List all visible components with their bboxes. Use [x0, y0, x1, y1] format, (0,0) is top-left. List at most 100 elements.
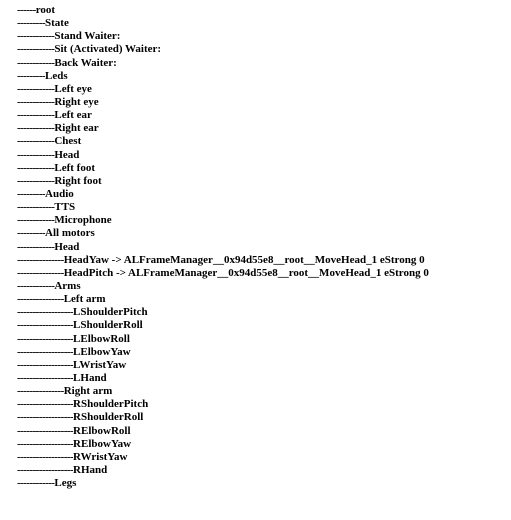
tree-line[interactable]: ------------------LShoulderRoll: [17, 319, 507, 332]
tree-node-label: Right foot: [54, 174, 102, 187]
tree-indent-dashes: ---------------: [17, 266, 64, 279]
tree-line[interactable]: ------------------LShoulderPitch: [17, 306, 507, 319]
tree-indent-dashes: ------------------: [17, 424, 74, 437]
tree-line[interactable]: ---------------Left arm: [17, 293, 507, 306]
tree-node-label: HeadYaw -> ALFrameManager__0x94d55e8__ro…: [63, 253, 425, 266]
tree-line[interactable]: ---------State: [17, 17, 507, 30]
tree-node-label: RWristYaw: [73, 450, 128, 463]
tree-indent-dashes: ------------: [17, 477, 55, 490]
tree-indent-dashes: ------------------: [17, 450, 74, 463]
tree-indent-dashes: ------------: [17, 82, 55, 95]
tree-node-label: LElbowRoll: [73, 332, 130, 345]
tree-node-label: Left foot: [54, 161, 95, 174]
tree-line[interactable]: ------root: [17, 4, 507, 17]
tree-line[interactable]: ---------------HeadPitch -> ALFrameManag…: [17, 267, 507, 280]
tree-node-label: Microphone: [54, 214, 112, 227]
tree-indent-dashes: ------------: [17, 56, 55, 69]
tree-node-label: Head: [54, 148, 80, 161]
tree-indent-dashes: ------------: [17, 109, 55, 122]
tree-line[interactable]: ------------Right ear: [17, 122, 507, 135]
tree-line[interactable]: ---------Leds: [17, 70, 507, 83]
tree-line[interactable]: ------------------LHand: [17, 372, 507, 385]
tree-line[interactable]: ------------Head: [17, 149, 507, 162]
tree-node-label: State: [45, 17, 69, 30]
tree-line[interactable]: ------------Sit (Activated) Waiter:: [17, 43, 507, 56]
tree-indent-dashes: ------------: [17, 43, 55, 56]
tree-indent-dashes: ---------: [17, 69, 46, 82]
tree-node-label: All motors: [45, 227, 95, 240]
tree-indent-dashes: ---------------: [17, 293, 64, 306]
tree-line[interactable]: ---------Audio: [17, 188, 507, 201]
tree-indent-dashes: ---------: [17, 227, 46, 240]
tree-node-label: Right ear: [54, 122, 99, 135]
tree-line[interactable]: ------------Head: [17, 241, 507, 254]
tree-line[interactable]: ------------------RShoulderRoll: [17, 411, 507, 424]
tree-line[interactable]: ------------Left eye: [17, 83, 507, 96]
tree-line[interactable]: ------------Stand Waiter:: [17, 30, 507, 43]
tree-node-label: Leds: [45, 69, 68, 82]
tree-line[interactable]: ------------------LElbowRoll: [17, 333, 507, 346]
tree-line[interactable]: ------------------RHand: [17, 464, 507, 477]
tree-line[interactable]: ------------Right foot: [17, 175, 507, 188]
tree-line[interactable]: ------------------RElbowYaw: [17, 438, 507, 451]
module-tree-output: ------root ---------State ------------Stan…: [17, 4, 507, 490]
tree-node-label: LShoulderRoll: [73, 319, 143, 332]
tree-line[interactable]: ------------Left ear: [17, 109, 507, 122]
tree-indent-dashes: ---------: [17, 17, 46, 30]
tree-indent-dashes: ------------: [17, 174, 55, 187]
tree-node-label: Arms: [54, 279, 81, 292]
tree-indent-dashes: ------------: [17, 214, 55, 227]
tree-line[interactable]: ------------------LElbowYaw: [17, 346, 507, 359]
tree-indent-dashes: ------------: [17, 279, 55, 292]
tree-indent-dashes: ------------: [17, 135, 55, 148]
tree-indent-dashes: ------------: [17, 240, 55, 253]
tree-indent-dashes: ------------------: [17, 398, 74, 411]
tree-line[interactable]: ------------Left foot: [17, 162, 507, 175]
tree-indent-dashes: ------------: [17, 161, 55, 174]
tree-indent-dashes: ------------------: [17, 437, 74, 450]
tree-node-label: Audio: [45, 187, 74, 200]
tree-line[interactable]: ------------------LWristYaw: [17, 359, 507, 372]
tree-line[interactable]: ------------Microphone: [17, 214, 507, 227]
tree-indent-dashes: ------------------: [17, 332, 74, 345]
tree-node-label: Legs: [54, 477, 77, 490]
tree-node-label: RElbowRoll: [73, 424, 131, 437]
tree-node-label: RShoulderPitch: [73, 398, 149, 411]
tree-node-label: Left ear: [54, 109, 92, 122]
tree-indent-dashes: ---------: [17, 187, 46, 200]
tree-indent-dashes: ------: [17, 4, 36, 16]
tree-node-label: Back Waiter:: [54, 56, 117, 69]
tree-node-label: LWristYaw: [73, 358, 127, 371]
tree-indent-dashes: ------------: [17, 95, 55, 108]
tree-line[interactable]: ------------TTS: [17, 201, 507, 214]
tree-node-label: LHand: [73, 371, 107, 384]
tree-line[interactable]: ------------------RWristYaw: [17, 451, 507, 464]
tree-node-label: Right eye: [54, 95, 99, 108]
tree-node-label: RHand: [73, 463, 108, 476]
tree-node-label: Left arm: [63, 293, 106, 306]
tree-node-label: RElbowYaw: [73, 437, 132, 450]
tree-indent-dashes: ------------: [17, 122, 55, 135]
tree-node-label: HeadPitch -> ALFrameManager__0x94d55e8__…: [63, 266, 429, 279]
tree-indent-dashes: ------------------: [17, 319, 74, 332]
tree-line[interactable]: ---------All motors: [17, 227, 507, 240]
tree-line[interactable]: ------------Legs: [17, 477, 507, 490]
tree-node-label: Right arm: [63, 385, 113, 398]
tree-line[interactable]: ------------------RShoulderPitch: [17, 398, 507, 411]
tree-line[interactable]: ------------------RElbowRoll: [17, 425, 507, 438]
tree-line[interactable]: ---------------Right arm: [17, 385, 507, 398]
tree-indent-dashes: ---------------: [17, 253, 64, 266]
tree-indent-dashes: ------------: [17, 148, 55, 161]
tree-line[interactable]: ------------Arms: [17, 280, 507, 293]
tree-indent-dashes: ------------------: [17, 358, 74, 371]
tree-indent-dashes: ---------------: [17, 385, 64, 398]
tree-node-label: Head: [54, 240, 80, 253]
tree-node-label: TTS: [54, 201, 76, 214]
tree-line[interactable]: ------------Chest: [17, 135, 507, 148]
tree-indent-dashes: ------------: [17, 201, 55, 214]
tree-line[interactable]: ------------Back Waiter:: [17, 57, 507, 70]
tree-line[interactable]: ------------Right eye: [17, 96, 507, 109]
tree-indent-dashes: ------------: [17, 30, 55, 43]
tree-indent-dashes: ------------------: [17, 345, 74, 358]
tree-line[interactable]: ---------------HeadYaw -> ALFrameManager…: [17, 254, 507, 267]
